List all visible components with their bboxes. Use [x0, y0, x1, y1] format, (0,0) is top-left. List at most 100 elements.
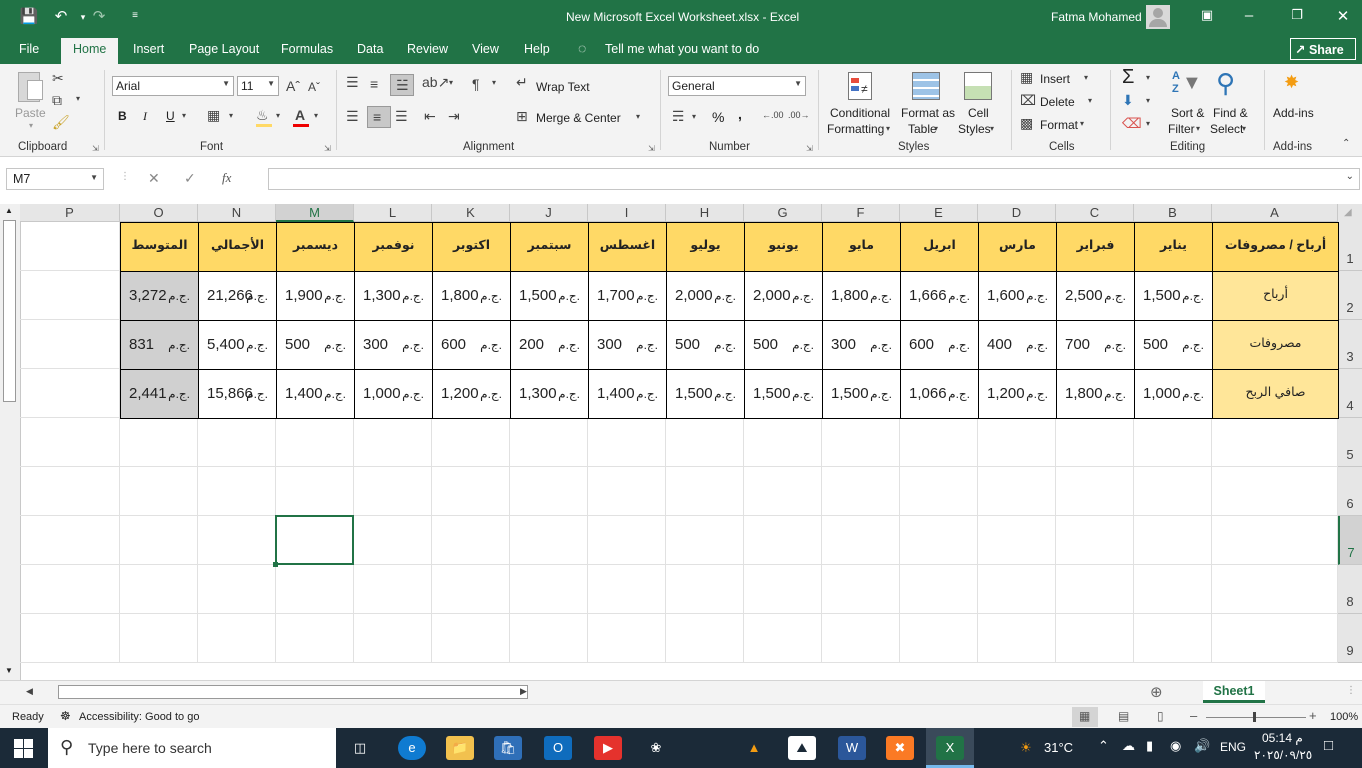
- table-header-cell[interactable]: يناير: [1134, 222, 1213, 272]
- table-value-cell[interactable]: 500 ج.م.: [744, 320, 823, 370]
- worksheet-grid[interactable]: ▲ ▼ ◢ ABCDEFGHIJKLMNOP 123456789 أرباح /…: [0, 204, 1362, 680]
- cell-m6[interactable]: [276, 467, 354, 516]
- outlook-icon[interactable]: O: [544, 736, 572, 760]
- cell-j8[interactable]: [510, 565, 588, 614]
- zoom-slider[interactable]: [1206, 717, 1306, 718]
- customize-qat-icon[interactable]: ≡: [124, 10, 146, 21]
- cancel-entry-icon[interactable]: ✕: [148, 170, 160, 187]
- table-value-cell[interactable]: 1,000 ج.م.: [354, 369, 433, 419]
- formula-input[interactable]: ⌄: [268, 168, 1360, 190]
- table-value-cell[interactable]: 1,700 ج.م.: [588, 271, 667, 321]
- cell-p1[interactable]: [20, 222, 120, 271]
- cell-d8[interactable]: [978, 565, 1056, 614]
- align-top-icon[interactable]: ☰: [346, 74, 359, 91]
- cell-f6[interactable]: [822, 467, 900, 516]
- table-value-cell[interactable]: 2,500 ج.م.: [1056, 271, 1135, 321]
- cell-n7[interactable]: [198, 516, 276, 565]
- paste-icon[interactable]: [14, 70, 44, 104]
- youtube-icon[interactable]: ▶: [594, 736, 622, 760]
- cell-f8[interactable]: [822, 565, 900, 614]
- table-value-cell[interactable]: 21,266 ج.م.: [198, 271, 277, 321]
- tray-expand-icon[interactable]: ⌃: [1098, 738, 1109, 754]
- cell-a9[interactable]: [1212, 614, 1338, 663]
- cell-p9[interactable]: [20, 614, 120, 663]
- find-dropdown-icon[interactable]: ▾: [1242, 124, 1246, 133]
- cell-h6[interactable]: [666, 467, 744, 516]
- cell-c8[interactable]: [1056, 565, 1134, 614]
- cell-k8[interactable]: [432, 565, 510, 614]
- cell-c9[interactable]: [1056, 614, 1134, 663]
- language-indicator[interactable]: ENG: [1220, 740, 1246, 754]
- weather-temp[interactable]: 31°C: [1044, 740, 1073, 755]
- percent-button[interactable]: %: [712, 109, 724, 125]
- cell-k7[interactable]: [432, 516, 510, 565]
- table-value-cell[interactable]: 1,900 ج.م.: [276, 271, 355, 321]
- row-header-1[interactable]: 1: [1338, 222, 1362, 271]
- underline-dropdown-icon[interactable]: ▾: [182, 111, 186, 120]
- table-header-cell[interactable]: الأجمالي: [198, 222, 277, 272]
- zoom-slider-thumb[interactable]: [1253, 712, 1256, 722]
- insert-function-button[interactable]: fx: [222, 170, 231, 186]
- table-value-cell[interactable]: 500 ج.م.: [1134, 320, 1213, 370]
- cell-i8[interactable]: [588, 565, 666, 614]
- tab-file[interactable]: File: [19, 42, 39, 56]
- table-value-cell[interactable]: 3,272 ج.م.: [120, 271, 199, 321]
- vlc-icon[interactable]: ▲: [740, 736, 768, 760]
- vertical-scrollbar[interactable]: ▲ ▼: [0, 204, 21, 680]
- find-select-label-1[interactable]: Find &: [1213, 106, 1248, 120]
- onedrive-icon[interactable]: ☁: [1122, 738, 1135, 754]
- format-as-table-icon[interactable]: [912, 72, 940, 100]
- xampp-icon[interactable]: ✖: [886, 736, 914, 760]
- collapse-ribbon-icon[interactable]: ⌃: [1342, 138, 1350, 149]
- cell-p6[interactable]: [20, 467, 120, 516]
- column-header-k[interactable]: K: [432, 204, 510, 222]
- battery-icon[interactable]: ▮: [1146, 738, 1153, 754]
- zoom-in-icon[interactable]: +: [1309, 708, 1317, 723]
- cell-j6[interactable]: [510, 467, 588, 516]
- row-header-8[interactable]: 8: [1338, 565, 1362, 614]
- cell-p4[interactable]: [20, 369, 120, 418]
- increase-indent-icon[interactable]: ⇥: [448, 108, 460, 125]
- cell-b8[interactable]: [1134, 565, 1212, 614]
- weather-icon[interactable]: ☀: [1012, 736, 1040, 760]
- find-select-icon[interactable]: ⚲: [1216, 68, 1235, 99]
- wrap-text-icon[interactable]: ↵: [516, 74, 528, 91]
- cell-h8[interactable]: [666, 565, 744, 614]
- cell-m5[interactable]: [276, 418, 354, 467]
- table-value-cell[interactable]: 1,066 ج.م.: [900, 369, 979, 419]
- table-header-cell[interactable]: يونيو: [744, 222, 823, 272]
- tab-data[interactable]: Data: [357, 42, 383, 56]
- table-value-cell[interactable]: 1,500 ج.م.: [510, 271, 589, 321]
- cell-b6[interactable]: [1134, 467, 1212, 516]
- accounting-dropdown-icon[interactable]: ▾: [692, 112, 696, 121]
- cell-j9[interactable]: [510, 614, 588, 663]
- table-value-cell[interactable]: 1,800 ج.م.: [1056, 369, 1135, 419]
- rtl-direction-icon[interactable]: ¶: [472, 76, 480, 92]
- cell-d5[interactable]: [978, 418, 1056, 467]
- cell-styles-label-2[interactable]: Styles: [958, 122, 991, 136]
- column-header-i[interactable]: I: [588, 204, 666, 222]
- table-header-cell[interactable]: مارس: [978, 222, 1057, 272]
- conditional-formatting-label-1[interactable]: Conditional: [830, 106, 890, 120]
- table-header-cell[interactable]: ديسمبر: [276, 222, 355, 272]
- merge-center-icon[interactable]: ⊞: [516, 108, 528, 125]
- scroll-left-icon[interactable]: ◀: [26, 686, 33, 697]
- table-header-cell[interactable]: المتوسط: [120, 222, 199, 272]
- vertical-scroll-thumb[interactable]: [3, 220, 16, 402]
- accessibility-icon[interactable]: ☸: [60, 709, 71, 723]
- delete-dropdown-icon[interactable]: ▾: [1088, 96, 1092, 105]
- cell-g5[interactable]: [744, 418, 822, 467]
- scroll-right-icon[interactable]: ▶: [520, 686, 527, 697]
- undo-icon[interactable]: ↶: [50, 7, 72, 25]
- conditional-formatting-icon[interactable]: ≠: [846, 70, 876, 102]
- cell-e8[interactable]: [900, 565, 978, 614]
- cell-styles-dropdown-icon[interactable]: ▾: [990, 124, 994, 133]
- alignment-launcher-icon[interactable]: ⇲: [648, 144, 655, 153]
- sheet-more-icon[interactable]: ⋮: [1346, 685, 1356, 696]
- scroll-up-icon[interactable]: ▲: [5, 206, 13, 215]
- avatar[interactable]: [1146, 5, 1170, 29]
- row-header-4[interactable]: 4: [1338, 369, 1362, 418]
- confirm-entry-icon[interactable]: ✓: [184, 170, 196, 187]
- cell-j5[interactable]: [510, 418, 588, 467]
- ribbon-display-icon[interactable]: ▣: [1196, 7, 1218, 23]
